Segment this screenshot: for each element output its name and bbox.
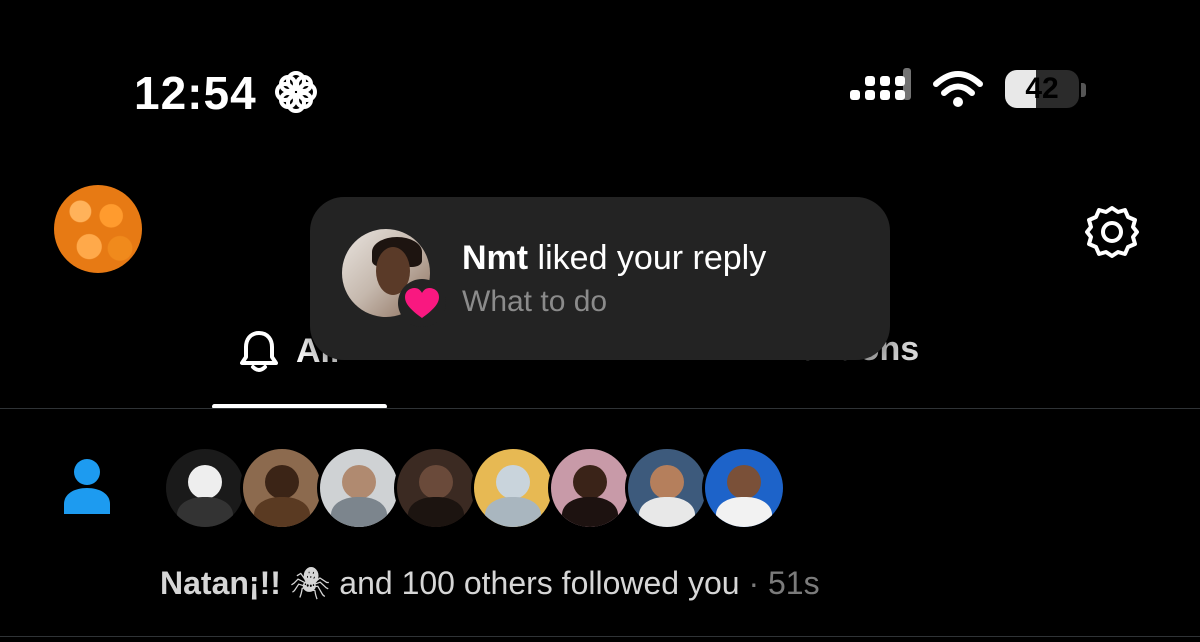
follow-summary: and 100 others followed you [330, 565, 740, 601]
toast-title: Nmt liked your reply [462, 239, 766, 278]
toast-reply-preview: What to do [462, 285, 608, 318]
focus-flower-icon [275, 71, 317, 113]
wifi-icon [933, 71, 983, 107]
profile-avatar[interactable] [54, 185, 142, 273]
heart-badge [398, 279, 446, 327]
notification-time: 51s [768, 565, 820, 601]
like-notification-toast[interactable]: Nmt liked your reply What to do [310, 197, 890, 360]
follower-avatar[interactable] [702, 446, 786, 530]
follower-avatar[interactable] [471, 446, 555, 530]
cellular-signal-icon [850, 68, 911, 100]
separator-dot: · [739, 565, 768, 601]
notification-divider [0, 636, 1200, 637]
follower-name[interactable]: Natan¡!! [160, 565, 281, 601]
settings-gear-icon[interactable] [1082, 202, 1142, 262]
battery-indicator: 42 [1005, 70, 1079, 108]
battery-level: 42 [1025, 72, 1059, 105]
follower-avatar[interactable] [163, 446, 247, 530]
heart-icon [405, 288, 439, 318]
follower-avatar[interactable] [317, 446, 401, 530]
status-time: 12:54 [134, 67, 257, 119]
spider-emoji: 🕷 [289, 565, 331, 601]
person-follow-icon [64, 459, 110, 514]
follower-avatar[interactable] [394, 446, 478, 530]
follower-avatar[interactable] [548, 446, 632, 530]
toast-username: Nmt [462, 239, 529, 277]
follow-notification-text[interactable]: Natan¡!! 🕷 and 100 others followed you ·… [160, 564, 820, 602]
toast-action: liked your reply [528, 239, 767, 277]
tabs-divider [0, 408, 1200, 409]
battery-nub [1081, 83, 1086, 97]
bell-icon [240, 331, 278, 372]
follower-avatar[interactable] [625, 446, 709, 530]
follower-avatar[interactable] [240, 446, 324, 530]
